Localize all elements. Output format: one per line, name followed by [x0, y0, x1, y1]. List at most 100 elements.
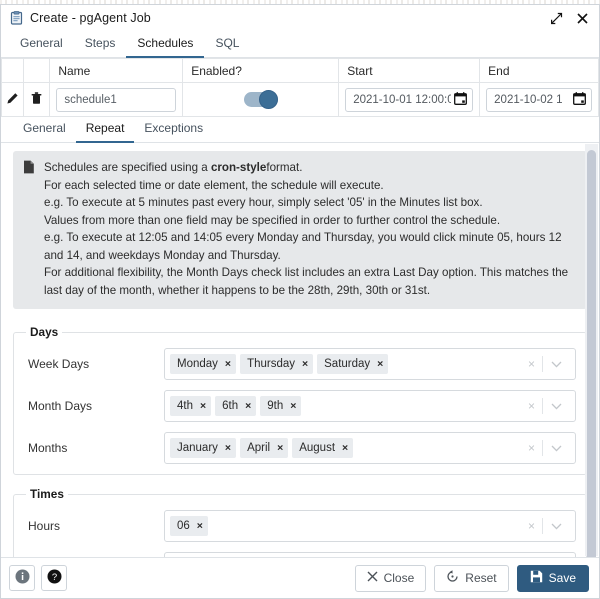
days-fieldset: Days Week Days Monday× Thursday× Saturda…	[13, 325, 587, 475]
pencil-icon[interactable]	[6, 92, 19, 105]
chip-remove-icon[interactable]: ×	[245, 401, 251, 412]
chip[interactable]: 4th ×	[170, 396, 211, 416]
chevron-down-icon[interactable]	[543, 403, 569, 410]
vertical-scrollbar[interactable]	[585, 144, 598, 556]
col-header-edit	[2, 59, 24, 83]
chip-remove-icon[interactable]: ×	[290, 401, 296, 412]
month-days-select[interactable]: 4th × 6th× 9th × ×	[164, 390, 576, 422]
tab-schedule-exceptions[interactable]: Exceptions	[134, 119, 213, 143]
col-header-start: Start	[339, 59, 480, 83]
close-button[interactable]: Close	[355, 565, 427, 592]
chip[interactable]: 6th×	[215, 396, 256, 416]
calendar-icon[interactable]	[454, 92, 467, 108]
chip-remove-icon[interactable]: ×	[302, 359, 308, 370]
chip[interactable]: Thursday ×	[240, 354, 313, 374]
note-line-3: e.g. To execute at 5 minutes past every …	[44, 194, 577, 212]
col-header-delete	[24, 59, 50, 83]
days-legend: Days	[26, 325, 62, 339]
document-icon	[23, 159, 36, 299]
row-delete-cell[interactable]	[24, 83, 50, 117]
chip-remove-icon[interactable]: ×	[200, 401, 206, 412]
start-datetime-field[interactable]: 2021-10-01 12:00:00	[345, 88, 473, 112]
month-days-chips: 4th × 6th× 9th ×	[170, 396, 521, 416]
chip[interactable]: 9th ×	[260, 396, 301, 416]
svg-text:?: ?	[51, 572, 56, 583]
chip-remove-icon[interactable]: ×	[225, 359, 231, 370]
week-days-select[interactable]: Monday× Thursday × Saturday× ×	[164, 348, 576, 380]
row-end-cell: 2021-10-02 1	[480, 83, 599, 117]
hours-select[interactable]: 06× ×	[164, 510, 576, 542]
chip-label: 9th	[267, 400, 283, 412]
chip[interactable]: January×	[170, 438, 236, 458]
scrollbar-thumb[interactable]	[587, 150, 596, 557]
table-row: 2021-10-01 12:00:00	[2, 83, 599, 117]
tab-steps[interactable]: Steps	[74, 34, 127, 58]
reset-button[interactable]: Reset	[434, 565, 508, 592]
window-controls	[549, 11, 589, 25]
minutes-select[interactable]: 30× ×	[164, 552, 576, 557]
clipboard-icon	[10, 11, 23, 25]
row-name-cell	[50, 83, 183, 117]
grid-header-row: Name Enabled? Start End	[2, 59, 599, 83]
end-datetime-value: 2021-10-02 1	[494, 94, 570, 106]
chip-remove-icon[interactable]: ×	[342, 443, 348, 454]
schedule-name-input[interactable]	[56, 88, 176, 112]
clear-all-icon[interactable]: ×	[521, 519, 542, 533]
end-datetime-field[interactable]: 2021-10-02 1	[486, 88, 592, 112]
months-row: Months January× April× August× ×	[24, 432, 576, 464]
month-days-label: Month Days	[24, 399, 164, 413]
close-icon[interactable]	[575, 11, 589, 25]
help-button[interactable]: ?	[41, 565, 67, 591]
dialog-footer: ? Close Reset	[1, 557, 599, 598]
tab-sql[interactable]: SQL	[204, 34, 250, 58]
toggle-knob	[259, 90, 278, 109]
chip-remove-icon[interactable]: ×	[225, 443, 231, 454]
reset-button-label: Reset	[465, 571, 496, 585]
chip-remove-icon[interactable]: ×	[277, 443, 283, 454]
tab-general[interactable]: General	[9, 34, 74, 58]
repeat-scroll-area: Schedules are specified using a cron-sty…	[1, 143, 599, 557]
footer-left-buttons: ?	[9, 565, 67, 591]
info-icon	[15, 569, 30, 587]
months-select[interactable]: January× April× August× ×	[164, 432, 576, 464]
tab-schedule-repeat[interactable]: Repeat	[76, 119, 135, 143]
row-start-cell: 2021-10-01 12:00:00	[339, 83, 480, 117]
chip[interactable]: Saturday×	[317, 354, 388, 374]
chevron-down-icon[interactable]	[543, 361, 569, 368]
clear-all-icon[interactable]: ×	[521, 399, 542, 413]
main-tab-bar: General Steps Schedules SQL	[1, 32, 599, 58]
info-button[interactable]	[9, 565, 35, 591]
note-line-5: e.g. To execute at 12:05 and 14:05 every…	[44, 229, 577, 264]
chip[interactable]: April×	[240, 438, 288, 458]
trash-icon[interactable]	[31, 92, 42, 105]
times-fieldset: Times Hours 06× ×	[13, 487, 587, 557]
tab-schedules[interactable]: Schedules	[126, 34, 204, 58]
tab-schedule-general[interactable]: General	[13, 119, 76, 143]
save-button[interactable]: Save	[517, 565, 589, 592]
note-line-1c: format.	[266, 161, 302, 174]
clear-all-icon[interactable]: ×	[521, 441, 542, 455]
select-controls: ×	[521, 356, 573, 372]
col-header-end: End	[480, 59, 599, 83]
enabled-toggle[interactable]	[244, 92, 278, 107]
chevron-down-icon[interactable]	[543, 445, 569, 452]
chip-remove-icon[interactable]: ×	[377, 359, 383, 370]
week-days-row: Week Days Monday× Thursday× Saturday× ×	[24, 348, 576, 380]
chip[interactable]: 06×	[170, 516, 208, 536]
chevron-down-icon[interactable]	[543, 523, 569, 530]
chip-label: Thursday	[247, 358, 295, 370]
chip-remove-icon[interactable]: ×	[197, 521, 203, 532]
clear-all-icon[interactable]: ×	[521, 357, 542, 371]
chip-label: 4th	[177, 400, 193, 412]
chip[interactable]: Monday×	[170, 354, 236, 374]
calendar-icon[interactable]	[573, 92, 586, 108]
maximize-icon[interactable]	[549, 11, 563, 25]
hours-label: Hours	[24, 519, 164, 533]
note-line-1a: Schedules are specified using a	[44, 161, 211, 174]
note-text: Schedules are specified using a cron-sty…	[44, 159, 577, 299]
close-x-icon	[367, 571, 378, 585]
chip[interactable]: August×	[292, 438, 353, 458]
row-edit-cell[interactable]	[2, 83, 24, 117]
hours-row: Hours 06× ×	[24, 510, 576, 542]
select-controls: ×	[521, 518, 573, 534]
